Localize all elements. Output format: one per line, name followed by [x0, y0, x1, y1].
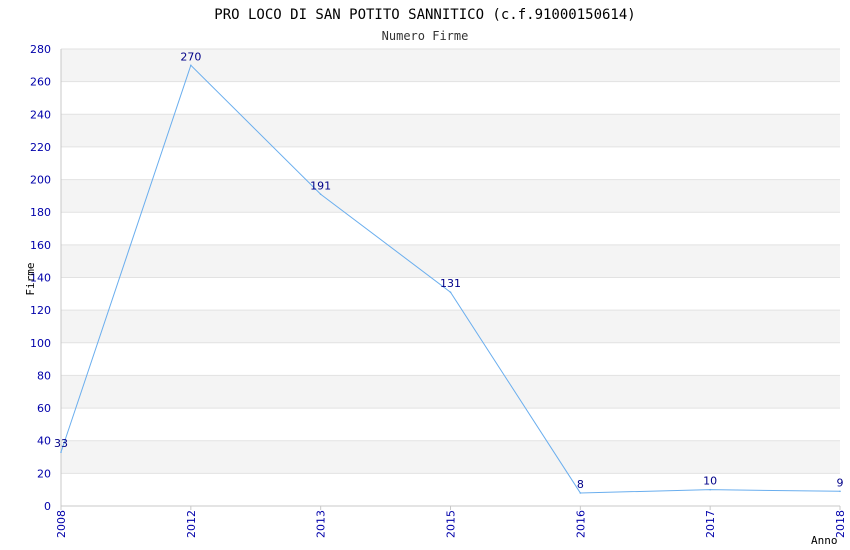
y-tick-label: 60 [37, 402, 51, 415]
y-tick-label: 120 [30, 304, 51, 317]
grid-band [61, 440, 840, 474]
data-point [579, 492, 582, 494]
grid-band [61, 375, 840, 409]
y-tick-label: 240 [30, 108, 51, 121]
y-tick-label: 40 [37, 435, 51, 448]
data-label: 10 [703, 475, 717, 488]
x-tick-label: 2012 [185, 510, 198, 538]
data-point [449, 291, 452, 293]
data-label: 131 [440, 277, 461, 290]
data-label: 8 [577, 478, 584, 491]
data-point [709, 488, 711, 491]
grid-band [61, 310, 840, 343]
y-axis-label: Firme [24, 262, 37, 295]
y-tick-label: 160 [30, 239, 51, 252]
data-label: 33 [54, 437, 68, 450]
grid-band [61, 49, 840, 82]
y-tick-label: 20 [37, 467, 51, 480]
y-tick-label: 200 [30, 174, 51, 187]
line-chart: 020406080100120140160180200220240260280 … [24, 7, 847, 547]
x-tick-labels: 2008 2012 2013 2015 2016 2017 2018 [55, 510, 847, 538]
data-label: 9 [837, 476, 844, 489]
data-label: 270 [180, 50, 201, 63]
chart-title: PRO LOCO DI SAN POTITO SANNITICO (c.f.91… [214, 7, 635, 23]
grid-bands [61, 49, 840, 474]
data-point [319, 193, 322, 196]
y-tick-label: 220 [30, 141, 51, 154]
y-tick-label: 0 [44, 500, 51, 513]
x-tick-label: 2008 [55, 510, 68, 538]
data-point [190, 64, 192, 67]
y-tick-label: 100 [30, 337, 51, 350]
y-tick-label: 260 [30, 76, 51, 89]
y-tick-label: 80 [37, 369, 51, 382]
y-tick-label: 180 [30, 206, 51, 219]
data-label: 191 [310, 179, 331, 192]
x-axis-label: Anno [811, 534, 838, 547]
grid-band [61, 179, 840, 213]
x-tick-label: 2016 [574, 510, 587, 538]
y-tick-label: 280 [30, 43, 51, 56]
data-point [60, 451, 62, 453]
data-point [839, 490, 841, 493]
grid-band [61, 244, 840, 278]
chart-subtitle: Numero Firme [382, 29, 469, 43]
x-tick-label: 2015 [445, 510, 458, 538]
x-tick-label: 2017 [704, 510, 717, 538]
grid-band [61, 114, 840, 147]
x-tick-label: 2013 [315, 510, 328, 538]
